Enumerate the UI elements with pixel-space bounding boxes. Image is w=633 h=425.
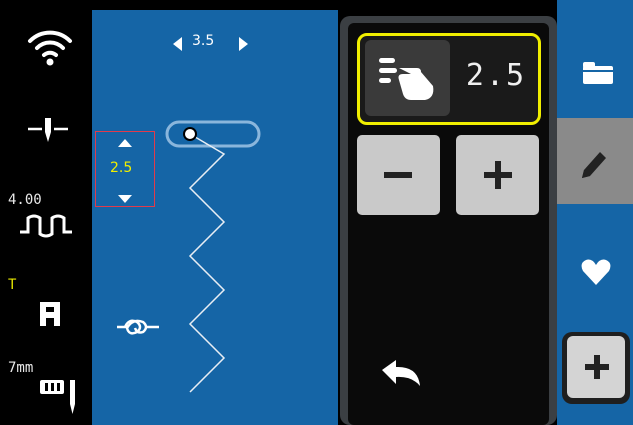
length-increase-arrow-icon[interactable] xyxy=(237,35,251,53)
tie-off-icon[interactable] xyxy=(115,314,163,340)
needle-size: 7mm xyxy=(8,360,34,376)
presser-foot-letter: T xyxy=(8,277,17,293)
pencil-icon[interactable] xyxy=(578,148,610,182)
width-increase-arrow-icon[interactable] xyxy=(116,137,134,149)
stitch-width-value: 2.5 xyxy=(110,160,133,176)
tension-value: 4.00 xyxy=(8,192,42,208)
length-decrease-arrow-icon[interactable] xyxy=(170,35,184,53)
heart-icon[interactable] xyxy=(580,257,612,287)
presser-foot-icon[interactable] xyxy=(36,298,64,328)
plus-icon xyxy=(484,161,512,189)
zigzag-stitch-preview xyxy=(165,120,261,393)
add-plus-icon xyxy=(585,355,609,379)
minus-icon xyxy=(384,172,412,178)
stitch-width-display: 2.5 xyxy=(465,58,527,93)
needle-position-icon[interactable] xyxy=(26,116,70,144)
stitch-length-value: 3.5 xyxy=(192,33,215,49)
twin-needle-icon[interactable] xyxy=(38,376,82,416)
thread-tension-icon[interactable] xyxy=(18,212,74,240)
folder-icon[interactable] xyxy=(580,58,616,88)
width-decrease-arrow-icon[interactable] xyxy=(116,193,134,205)
manual-adjust-icon xyxy=(379,58,434,100)
undo-arrow-icon[interactable] xyxy=(378,358,426,390)
wifi-icon[interactable] xyxy=(26,25,74,67)
